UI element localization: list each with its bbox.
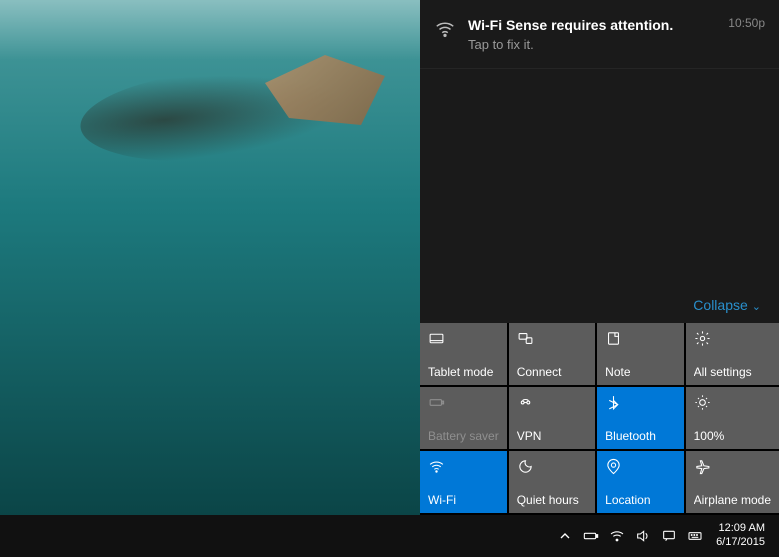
collapse-button[interactable]: Collapse ⌄ [693, 297, 761, 313]
brightness-icon [694, 393, 771, 411]
taskbar: 12:09 AM 6/17/2015 [0, 515, 779, 557]
airplane-icon [694, 457, 771, 475]
tile-label: VPN [517, 429, 587, 443]
tile-wifi[interactable]: Wi-Fi [420, 451, 507, 513]
tile-location[interactable]: Location [597, 451, 683, 513]
tile-label: Note [605, 365, 675, 379]
tile-bluetooth[interactable]: Bluetooth [597, 387, 683, 449]
bluetooth-icon [605, 393, 675, 411]
quiet-icon [517, 457, 587, 475]
battery-tray-icon[interactable] [578, 515, 604, 557]
tile-label: All settings [694, 365, 771, 379]
action-center-panel: Wi-Fi Sense requires attention. Tap to f… [420, 0, 779, 515]
desktop-wallpaper [0, 0, 420, 515]
tile-label: Airplane mode [694, 493, 771, 507]
notification-title: Wi-Fi Sense requires attention. [468, 16, 720, 35]
vpn-icon [517, 393, 587, 411]
tile-brightness[interactable]: 100% [686, 387, 779, 449]
tile-quiet[interactable]: Quiet hours [509, 451, 595, 513]
tile-vpn[interactable]: VPN [509, 387, 595, 449]
network-tray-icon[interactable] [604, 515, 630, 557]
tile-label: Location [605, 493, 675, 507]
chevron-down-icon: ⌄ [752, 300, 761, 313]
system-tray [552, 515, 708, 557]
action-center-tray-icon[interactable] [656, 515, 682, 557]
volume-tray-icon[interactable] [630, 515, 656, 557]
clock-time: 12:09 AM [716, 522, 765, 536]
tablet-icon [428, 329, 499, 347]
tile-tablet[interactable]: Tablet mode [420, 323, 507, 385]
tile-label: Battery saver [428, 429, 499, 443]
tile-battery: Battery saver [420, 387, 507, 449]
tile-label: Connect [517, 365, 587, 379]
battery-icon [428, 393, 499, 411]
quick-action-tiles: Tablet mode Connect Note All settings Batter… [420, 323, 779, 515]
wifi-sense-icon [434, 16, 462, 52]
keyboard-tray-icon[interactable] [682, 515, 708, 557]
tile-connect[interactable]: Connect [509, 323, 595, 385]
note-icon [605, 329, 675, 347]
taskbar-clock[interactable]: 12:09 AM 6/17/2015 [708, 522, 773, 550]
tile-note[interactable]: Note [597, 323, 683, 385]
tile-label: 100% [694, 429, 771, 443]
notification-item[interactable]: Wi-Fi Sense requires attention. Tap to f… [420, 0, 779, 69]
tile-label: Tablet mode [428, 365, 499, 379]
settings-icon [694, 329, 771, 347]
wifi-icon [428, 457, 499, 475]
tile-settings[interactable]: All settings [686, 323, 779, 385]
tray-overflow-button[interactable] [552, 515, 578, 557]
tile-label: Quiet hours [517, 493, 587, 507]
location-icon [605, 457, 675, 475]
collapse-label: Collapse [693, 297, 747, 313]
tile-label: Bluetooth [605, 429, 675, 443]
tile-airplane[interactable]: Airplane mode [686, 451, 779, 513]
notification-time: 10:50p [720, 16, 765, 52]
connect-icon [517, 329, 587, 347]
clock-date: 6/17/2015 [716, 536, 765, 550]
notification-subtitle: Tap to fix it. [468, 37, 720, 52]
tile-label: Wi-Fi [428, 493, 499, 507]
